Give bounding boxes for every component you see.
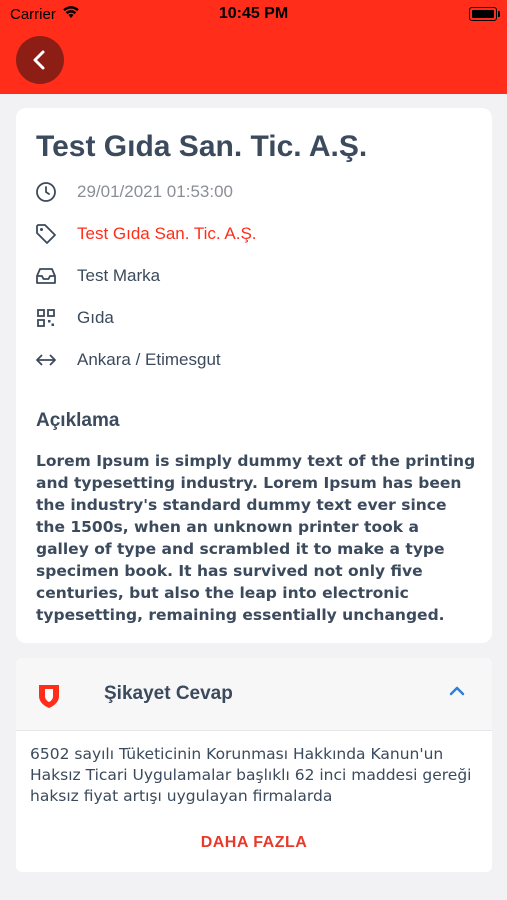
complaint-detail-card: Test Gıda San. Tic. A.Ş. 29/01/2021 01:5… (16, 108, 492, 643)
page-title: Test Gıda San. Tic. A.Ş. (36, 130, 368, 163)
location-row: Ankara / Etimesgut (34, 348, 474, 372)
category-text: Gıda (77, 308, 114, 327)
response-accordion: Şikayet Cevap 6502 sayılı Tüketicinin Ko… (16, 658, 492, 872)
more-button[interactable]: DAHA FAZLA (16, 834, 492, 852)
battery-icon (469, 7, 500, 21)
status-time: 10:45 PM (218, 5, 289, 22)
chevron-left-icon (33, 50, 45, 70)
description-title: Açıklama (36, 410, 120, 431)
response-body: 6502 sayılı Tüketicinin Korunması Hakkın… (30, 745, 472, 805)
nav-header: Carrier 10:45 PM (0, 0, 507, 94)
date-text: 29/01/2021 01:53:00 (77, 182, 233, 201)
clock-icon (36, 182, 56, 202)
brand-text: Test Marka (77, 266, 161, 285)
shield-icon (39, 685, 59, 708)
inbox-icon (36, 268, 56, 284)
response-accordion-header[interactable]: Şikayet Cevap (16, 658, 492, 731)
date-row: 29/01/2021 01:53:00 (34, 180, 474, 204)
response-title: Şikayet Cevap (104, 683, 233, 704)
arrows-icon (36, 354, 56, 366)
grid-icon (37, 309, 55, 327)
company-row[interactable]: Test Gıda San. Tic. A.Ş. (34, 222, 474, 246)
category-row: Gıda (34, 306, 474, 330)
description-text: Lorem Ipsum is simply dummy text of the … (36, 452, 476, 624)
back-button[interactable] (16, 36, 64, 84)
brand-row: Test Marka (34, 264, 474, 288)
tag-icon (36, 224, 56, 244)
status-bar: Carrier 10:45 PM (0, 0, 507, 30)
chevron-up-icon[interactable] (448, 684, 466, 698)
company-link[interactable]: Test Gıda San. Tic. A.Ş. (77, 224, 257, 244)
location-text: Ankara / Etimesgut (77, 350, 221, 369)
